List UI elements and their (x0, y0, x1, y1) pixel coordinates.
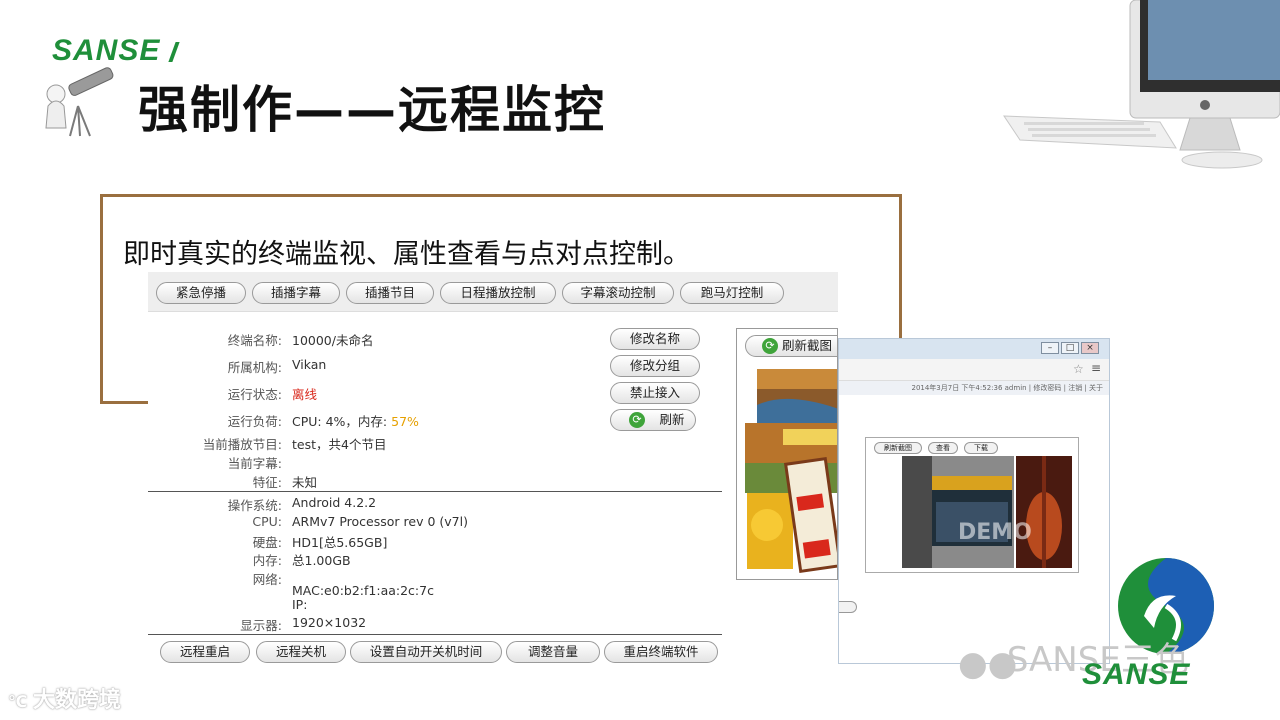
load-value: CPU: 4%，内存: 57% (292, 411, 419, 430)
corner-watermark-text: 大数跨境 (32, 688, 121, 713)
remote-shutdown-button[interactable]: 远程关机 (256, 641, 346, 663)
display-label: 显示器: (240, 618, 282, 633)
star-icon[interactable]: ☆ (1073, 362, 1084, 376)
rename-button[interactable]: 修改名称 (610, 328, 700, 350)
ip-value: IP: (292, 597, 308, 612)
terminal-name-label: 终端名称: (227, 333, 282, 348)
os-label: 操作系统: (227, 498, 282, 513)
telescope-icon (45, 67, 114, 137)
browser-status-bar: 2014年3月7日 下午4:52:36 admin | 修改密码 | 注销 | … (839, 381, 1109, 395)
organization-value: Vikan (292, 357, 327, 372)
minimize-icon[interactable]: – (1041, 342, 1059, 354)
browser-preview-panel: 刷新截图 查看 下载 DEMO (865, 437, 1079, 573)
network-label: 网络: (252, 572, 282, 587)
cpu-value: ARMv7 Processor rev 0 (v7l) (292, 514, 468, 529)
partial-button[interactable] (839, 601, 857, 613)
inner-view-button[interactable]: 查看 (928, 442, 958, 454)
close-icon[interactable]: × (1081, 342, 1099, 354)
run-status-label: 运行状态: (227, 387, 282, 402)
feature-value: 未知 (292, 475, 318, 490)
change-group-button[interactable]: 修改分组 (610, 355, 700, 377)
insert-subtitle-button[interactable]: 插播字幕 (252, 282, 340, 304)
block-access-button[interactable]: 禁止接入 (610, 382, 700, 404)
demo-watermark: DEMO (958, 520, 1032, 545)
insert-program-button[interactable]: 插播节目 (346, 282, 434, 304)
subtitle: 即时真实的终端监视、属性查看与点对点控制。 (123, 239, 690, 270)
memory-value: 总1.00GB (292, 553, 351, 568)
terminal-name-value: 10000/未命名 (292, 333, 374, 348)
emergency-stop-button[interactable]: 紧急停播 (156, 282, 246, 304)
control-toolbar: 紧急停播 插播字幕 插播节目 日程播放控制 字幕滚动控制 跑马灯控制 (148, 272, 838, 312)
adjust-volume-button[interactable]: 调整音量 (506, 641, 600, 663)
current-program-value: test，共4个节目 (292, 437, 387, 452)
schedule-control-button[interactable]: 日程播放控制 (440, 282, 556, 304)
current-subtitle-label: 当前字幕: (227, 456, 282, 471)
refresh-screenshot-button[interactable]: ⟳ 刷新截图 (745, 335, 837, 357)
subtitle-scroll-button[interactable]: 字幕滚动控制 (562, 282, 674, 304)
disk-value: HD1[总5.65GB] (292, 535, 388, 550)
page-title: 强制作——远程监控 (138, 81, 606, 139)
refresh-screenshot-label: 刷新截图 (782, 338, 833, 353)
screenshot-preview: ⟳ 刷新截图 (736, 328, 838, 580)
marquee-control-button[interactable]: 跑马灯控制 (680, 282, 784, 304)
browser-window: – □ × ☆ ≡ 2014年3月7日 下午4:52:36 admin | 修改… (838, 338, 1110, 664)
auto-power-schedule-button[interactable]: 设置自动开关机时间 (350, 641, 502, 663)
brand-logo: SANSE (52, 34, 180, 68)
refresh-button-label: 刷新 (659, 412, 685, 427)
wechat-icon: ●● (958, 644, 1018, 684)
os-value: Android 4.2.2 (292, 495, 377, 510)
run-status-value: 离线 (292, 387, 318, 402)
inner-download-button[interactable]: 下载 (964, 442, 998, 454)
corner-watermark: ℃ 大数跨境 (8, 682, 121, 714)
refresh-button[interactable]: ⟳ 刷新 (610, 409, 696, 431)
display-value: 1920×1032 (292, 615, 367, 630)
memory-percent: 57% (391, 414, 419, 429)
computer-illustration (1003, 0, 1280, 169)
poster-collage-image (745, 369, 837, 573)
menu-icon[interactable]: ≡ (1091, 361, 1101, 375)
current-program-label: 当前播放节目: (202, 437, 282, 452)
browser-titlebar: – □ × (839, 339, 1109, 359)
feature-label: 特征: (252, 475, 282, 490)
organization-label: 所属机构: (227, 360, 282, 375)
mac-value: MAC:e0:b2:f1:aa:2c:7c (292, 583, 434, 598)
terminal-monitor-panel: 紧急停播 插播字幕 插播节目 日程播放控制 字幕滚动控制 跑马灯控制 终端名称:… (148, 272, 838, 668)
inner-refresh-button[interactable]: 刷新截图 (874, 442, 922, 454)
remote-restart-button[interactable]: 远程重启 (160, 641, 250, 663)
load-cpu-text: CPU: 4%，内存: (292, 414, 392, 429)
brand-logo-bottom: SANSE (1082, 658, 1191, 691)
refresh-icon: ⟳ (629, 412, 645, 428)
watermark-logo-icon: ℃ (8, 692, 33, 711)
load-label: 运行负荷: (227, 414, 282, 429)
bottom-divider (148, 634, 722, 635)
browser-address-bar[interactable]: ☆ ≡ (839, 359, 1109, 381)
memory-label: 内存: (252, 553, 282, 568)
browser-preview-image (902, 456, 1072, 568)
refresh-screenshot-icon: ⟳ (762, 338, 778, 354)
restart-terminal-software-button[interactable]: 重启终端软件 (604, 641, 718, 663)
disk-label: 硬盘: (252, 535, 282, 550)
maximize-icon[interactable]: □ (1061, 342, 1079, 354)
cpu-label: CPU: (252, 514, 282, 529)
section-divider (148, 491, 722, 492)
